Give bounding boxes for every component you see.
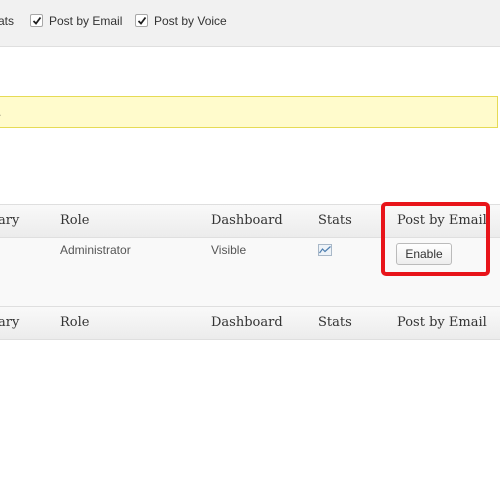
column-header-display-name[interactable]: ary xyxy=(0,213,19,228)
column-footer-stats[interactable]: Stats xyxy=(318,315,352,330)
column-footer-post-by-email[interactable]: Post by Email xyxy=(397,315,487,330)
post-by-voice-checkbox[interactable] xyxy=(135,14,148,27)
dashboard-cell: Visible xyxy=(211,243,247,257)
notice-text: . xyxy=(0,97,1,127)
column-header-stats[interactable]: Stats xyxy=(318,213,352,228)
screen-option-label: Post by Voice xyxy=(154,14,227,28)
checkmark-icon xyxy=(137,16,147,25)
checkmark-icon xyxy=(32,16,42,25)
screen-options-bar: ats Post by Email Post by Voice xyxy=(0,0,500,47)
screen-option-label: Post by Email xyxy=(49,14,123,28)
column-footer-role[interactable]: Role xyxy=(60,315,89,330)
column-footer-display-name[interactable]: ary xyxy=(0,315,19,330)
users-table-footer: ary Role Dashboard Stats Post by Email xyxy=(0,306,500,340)
stats-chart-icon[interactable] xyxy=(318,244,332,256)
column-header-dashboard[interactable]: Dashboard xyxy=(211,213,283,228)
highlight-annotation xyxy=(381,202,490,276)
column-footer-dashboard[interactable]: Dashboard xyxy=(211,315,283,330)
post-by-email-checkbox[interactable] xyxy=(30,14,43,27)
screen-option-label: ats xyxy=(0,14,15,28)
column-header-role[interactable]: Role xyxy=(60,213,89,228)
role-cell: Administrator xyxy=(60,243,131,257)
notice-banner: . xyxy=(0,96,498,128)
